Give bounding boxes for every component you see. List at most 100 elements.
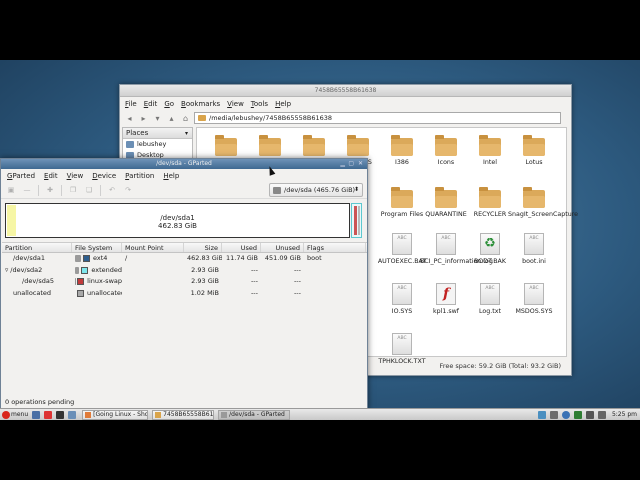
taskbar: menu [Going Linux - Sho... 7458B65558B61… xyxy=(0,408,640,420)
text-file-icon: ABC xyxy=(524,233,544,255)
table-row[interactable]: ▿/dev/sda2 extended 2.93 GiB --- --- xyxy=(2,265,367,277)
device-selector-label: /dev/sda (465.76 GiB) xyxy=(284,186,356,194)
expander-icon[interactable]: ▿ xyxy=(5,266,8,274)
partition-graph-label: /dev/sda1 462.83 GiB xyxy=(6,214,349,230)
column-header-mount-point[interactable]: Mount Point xyxy=(122,243,184,252)
menu-button[interactable]: menu xyxy=(0,409,30,421)
folder-icon xyxy=(479,135,501,156)
minimize-icon[interactable]: ▁ xyxy=(340,159,345,169)
menu-view[interactable]: View xyxy=(227,100,244,108)
menu-edit[interactable]: Edit xyxy=(44,172,58,180)
file-item[interactable]: ABC boot.ini xyxy=(508,233,560,265)
partition-name: /dev/sda2 xyxy=(10,265,43,274)
up-icon[interactable]: ▴ xyxy=(166,113,177,124)
column-header-unused[interactable]: Unused xyxy=(261,243,304,252)
forward-icon[interactable]: ▸ xyxy=(138,113,149,124)
copy-icon[interactable]: ❐ xyxy=(68,185,78,195)
system-tray: 5:25 pm xyxy=(536,409,640,421)
mount-point-cell xyxy=(122,288,184,300)
apply-icon[interactable]: ↷ xyxy=(123,185,133,195)
table-row[interactable]: /dev/sda1 ext4 / 462.83 GiB 11.74 GiB 451.09 … xyxy=(2,253,367,265)
task-file-manager[interactable]: 7458B65558B61... xyxy=(152,409,215,420)
chevron-down-icon[interactable]: ▾ xyxy=(185,128,188,139)
menu-bookmarks[interactable]: Bookmarks xyxy=(181,100,220,108)
delete-partition-icon[interactable]: — xyxy=(22,185,32,195)
menu-view[interactable]: View xyxy=(67,172,84,180)
menu-edit[interactable]: Edit xyxy=(144,100,158,108)
extended-partition-graph[interactable] xyxy=(351,203,362,238)
network-icon[interactable] xyxy=(537,410,546,419)
size-cell: 2.93 GiB xyxy=(191,265,219,274)
column-header-used[interactable]: Used xyxy=(222,243,261,252)
update-icon[interactable] xyxy=(549,410,558,419)
gmail-icon[interactable] xyxy=(44,410,53,419)
menu-gparted[interactable]: GParted xyxy=(7,172,35,180)
disk-partition-graph[interactable]: /dev/sda1 462.83 GiB xyxy=(5,203,350,238)
task-gparted[interactable]: /dev/sda - GParted xyxy=(218,409,291,420)
address-bar[interactable]: /media/lebushey/7458B65558B61638 xyxy=(194,112,561,124)
swap-partition-segment[interactable] xyxy=(354,206,357,235)
sidebar-item-home[interactable]: lebushey xyxy=(123,139,192,150)
column-header-flags[interactable]: Flags xyxy=(304,243,366,252)
history-dropdown-icon[interactable]: ▾ xyxy=(152,113,163,124)
gparted-window: /dev/sda - GParted ▁ ▢ ✕ GParted Edit View… xyxy=(0,158,368,410)
partition-name: /dev/sda5 xyxy=(22,277,54,285)
undo-icon[interactable]: ↶ xyxy=(107,185,117,195)
file-item[interactable]: SnagIt_ScreenCapture xyxy=(508,186,578,218)
new-partition-icon[interactable]: ▣ xyxy=(6,185,16,195)
table-row[interactable]: unallocated unallocated 1.02 MiB --- --- xyxy=(2,288,367,300)
file-item[interactable]: ABC MSDOS.SYS xyxy=(508,283,560,315)
mount-point-cell xyxy=(122,276,184,288)
back-icon[interactable]: ◂ xyxy=(124,113,135,124)
toolbar-separator xyxy=(100,184,101,196)
file-manager-launcher-icon[interactable] xyxy=(68,410,77,419)
resize-move-icon[interactable]: ✚ xyxy=(45,185,55,195)
file-item[interactable]: Lotus xyxy=(508,134,560,166)
paste-icon[interactable]: ❏ xyxy=(84,185,94,195)
flags-cell: boot xyxy=(307,254,322,262)
home-icon[interactable]: ⌂ xyxy=(180,113,191,124)
shield-icon[interactable] xyxy=(573,410,582,419)
gparted-titlebar[interactable]: /dev/sda - GParted ▁ ▢ ✕ xyxy=(1,159,367,169)
show-desktop-icon[interactable] xyxy=(32,410,41,419)
menu-help[interactable]: Help xyxy=(275,100,291,108)
column-header-size[interactable]: Size xyxy=(184,243,222,252)
size-cell: 1.02 MiB xyxy=(190,288,219,297)
volume-icon[interactable] xyxy=(597,410,606,419)
lock-icon xyxy=(75,266,80,274)
folder-icon xyxy=(523,135,545,156)
filesystem-cell: linux-swap xyxy=(72,276,122,288)
partition-name: /dev/sda1 xyxy=(13,254,45,262)
folder-icon xyxy=(198,115,206,121)
text-file-icon: ABC xyxy=(392,233,412,255)
device-selector[interactable]: /dev/sda (465.76 GiB) ⬍ xyxy=(269,183,363,197)
task-browser[interactable]: [Going Linux - Sho... xyxy=(82,409,149,420)
menu-tools[interactable]: Tools xyxy=(251,100,268,108)
column-header-partition[interactable]: Partition xyxy=(2,243,72,252)
close-icon[interactable]: ✕ xyxy=(358,159,363,169)
partition-table-body: /dev/sda1 ext4 / 462.83 GiB 11.74 GiB 451.09 … xyxy=(2,253,367,299)
unallocated-segment[interactable] xyxy=(358,206,360,235)
hp-icon[interactable] xyxy=(561,410,570,419)
menu-file[interactable]: File xyxy=(125,100,137,108)
table-row[interactable]: /dev/sda5 linux-swap 2.93 GiB --- --- xyxy=(2,276,367,288)
file-manager-titlebar[interactable]: 7458B65558B61638 xyxy=(120,85,571,97)
places-header[interactable]: Places ▾ xyxy=(123,128,192,139)
folder-icon xyxy=(155,411,162,418)
maximize-icon[interactable]: ▢ xyxy=(348,159,354,169)
folder-icon xyxy=(391,187,413,208)
menu-help[interactable]: Help xyxy=(163,172,179,180)
column-header-file-system[interactable]: File System xyxy=(72,243,122,252)
menu-go[interactable]: Go xyxy=(164,100,174,108)
menu-partition[interactable]: Partition xyxy=(125,172,154,180)
folder-icon xyxy=(215,135,237,156)
terminal-icon[interactable] xyxy=(56,410,65,419)
mount-point-cell: / xyxy=(125,254,128,262)
text-file-icon: ABC xyxy=(436,233,456,255)
text-file-icon: ABC xyxy=(392,333,412,355)
used-cell: --- xyxy=(250,277,258,285)
menu-logo-icon xyxy=(2,410,10,419)
menu-device[interactable]: Device xyxy=(92,172,116,180)
clock[interactable]: 5:25 pm xyxy=(612,411,637,418)
wifi-icon[interactable] xyxy=(585,410,594,419)
